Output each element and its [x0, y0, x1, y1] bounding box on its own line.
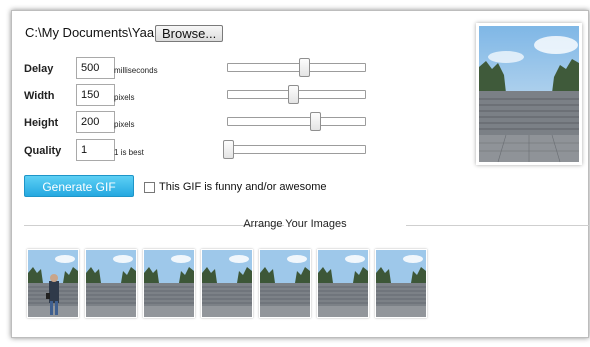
delay-slider-thumb[interactable]: [299, 58, 310, 77]
image-thumbnail[interactable]: [85, 249, 137, 318]
quality-input[interactable]: 1: [76, 139, 115, 161]
browse-button[interactable]: Browse...: [155, 24, 224, 42]
image-thumbnail[interactable]: [143, 249, 195, 318]
image-thumbnail[interactable]: [259, 249, 311, 318]
image-thumbnail[interactable]: [27, 249, 79, 318]
generate-gif-button[interactable]: Generate GIF: [24, 175, 134, 197]
file-picker: C:\My Documents\Yaa Browse...: [24, 24, 224, 42]
delay-label: Delay: [24, 63, 54, 75]
width-label: Width: [24, 90, 55, 102]
image-thumbnail[interactable]: [201, 249, 253, 318]
height-label: Height: [24, 117, 59, 129]
funny-checkbox[interactable]: [144, 181, 155, 193]
image-thumbnail[interactable]: [317, 249, 369, 318]
preview-photo: [479, 26, 579, 163]
height-unit: pixels: [114, 120, 135, 129]
delay-unit: milliseconds: [114, 66, 158, 75]
quality-label: Quality: [24, 145, 62, 157]
quality-unit: 1 is best: [114, 148, 144, 157]
height-slider-thumb[interactable]: [310, 112, 321, 131]
width-unit: pixels: [114, 93, 135, 102]
image-thumbnail[interactable]: [375, 249, 427, 318]
width-input[interactable]: 150: [76, 84, 115, 106]
quality-slider-thumb[interactable]: [223, 140, 234, 159]
delay-input[interactable]: 500: [76, 57, 115, 79]
width-slider[interactable]: [227, 85, 366, 104]
funny-checkbox-label[interactable]: This GIF is funny and/or awesome: [159, 181, 327, 193]
delay-slider[interactable]: [227, 58, 366, 77]
arrange-images-title: Arrange Your Images: [243, 218, 347, 230]
gif-preview-image: [476, 23, 582, 165]
height-slider[interactable]: [227, 112, 366, 131]
quality-slider[interactable]: [223, 140, 366, 159]
height-input[interactable]: 200: [76, 111, 115, 133]
funny-checkbox-row: This GIF is funny and/or awesome: [144, 181, 327, 193]
file-path-field[interactable]: C:\My Documents\Yaa: [24, 24, 155, 42]
width-slider-thumb[interactable]: [288, 85, 299, 104]
